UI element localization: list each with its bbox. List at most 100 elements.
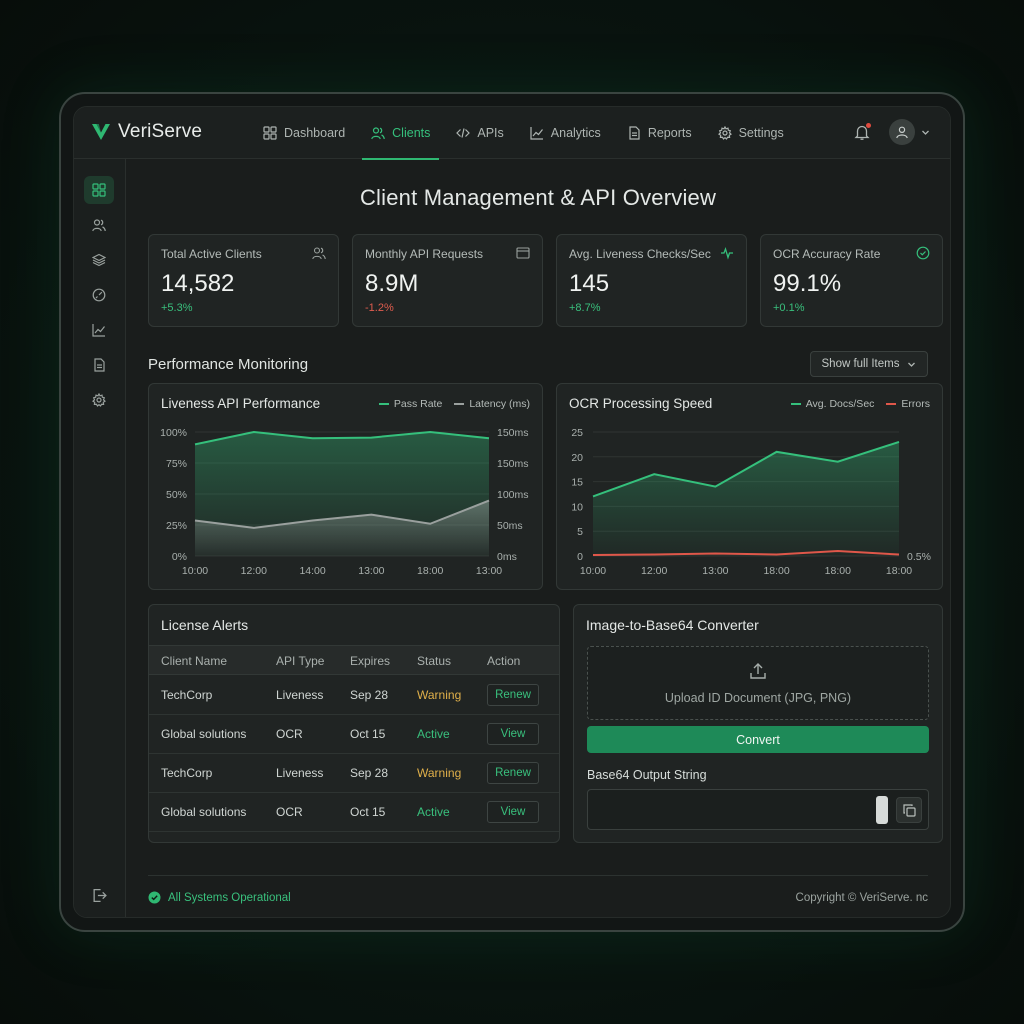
- view-button[interactable]: View: [487, 723, 539, 745]
- grid-icon: [92, 183, 106, 197]
- legend-item: Avg. Docs/Sec: [790, 398, 875, 410]
- users-icon: [92, 219, 106, 232]
- performance-title: Performance Monitoring: [148, 356, 309, 373]
- y-tick-label: 0%: [172, 551, 187, 563]
- column-header: Client Name: [161, 654, 228, 668]
- show-full-items-button[interactable]: Show full Items: [810, 351, 928, 377]
- convert-button[interactable]: Convert: [587, 726, 929, 753]
- x-tick-label: 18:00: [825, 565, 851, 577]
- sidebar-item-reports[interactable]: [84, 351, 114, 379]
- base64-output-field[interactable]: [587, 789, 929, 830]
- kpi-change: +8.7%: [569, 302, 601, 314]
- kpi-card-api-requests: Monthly API Requests 8.9M -1.2%: [352, 234, 543, 327]
- table-row: Global solutions OCR Oct 15 Active View: [149, 715, 559, 754]
- license-alerts-title: License Alerts: [161, 617, 249, 633]
- y2-tick-label: 0ms: [497, 551, 517, 563]
- kpi-value: 99.1%: [773, 270, 842, 297]
- x-tick-label: 12:00: [641, 565, 667, 577]
- kpi-value: 8.9M: [365, 270, 419, 297]
- y-tick-label: 5: [577, 526, 583, 538]
- user-icon: [896, 126, 908, 139]
- kpi-label: OCR Accuracy Rate: [773, 247, 881, 261]
- logout-button[interactable]: [84, 881, 114, 909]
- device-frame: VeriServe Dashboard Clients APIs Analyti…: [59, 92, 965, 932]
- y-tick-label: 15: [571, 477, 583, 489]
- legend-label: Avg. Docs/Sec: [805, 398, 875, 410]
- status-badge: Active: [417, 805, 450, 819]
- y2-tick-label: 150ms: [497, 458, 529, 470]
- nav-label: Settings: [738, 126, 784, 140]
- status-badge: Warning: [417, 688, 462, 702]
- nav-label: Reports: [647, 126, 692, 140]
- copy-button[interactable]: [896, 797, 922, 823]
- nav-dashboard[interactable]: Dashboard: [250, 107, 358, 159]
- base64-converter-card: Image-to-Base64 Converter Upload ID Docu…: [573, 604, 943, 843]
- main-content: Client Management & API Overview Total A…: [126, 159, 950, 917]
- converter-title: Image-to-Base64 Converter: [586, 617, 759, 633]
- line-chart-icon: [530, 127, 543, 140]
- x-tick-label: 18:00: [886, 565, 912, 577]
- legend-swatch: [790, 403, 801, 406]
- nav-apis[interactable]: APIs: [443, 107, 516, 159]
- chevron-down-icon: [908, 362, 916, 367]
- kpi-change: +0.1%: [773, 302, 805, 314]
- nav-reports[interactable]: Reports: [614, 107, 705, 159]
- sidebar-item-clients[interactable]: [84, 211, 114, 239]
- sidebar-item-analytics[interactable]: [84, 316, 114, 344]
- renew-button[interactable]: Renew: [487, 684, 539, 706]
- sidebar-item-performance[interactable]: [84, 281, 114, 309]
- nav-label: Analytics: [550, 126, 601, 140]
- top-navigation: VeriServe Dashboard Clients APIs Analyti…: [74, 107, 950, 160]
- kpi-change: -1.2%: [365, 302, 394, 314]
- column-header: API Type: [276, 654, 325, 668]
- layers-icon: [92, 253, 106, 267]
- nav-label: Dashboard: [284, 126, 346, 140]
- legend-swatch: [378, 403, 389, 406]
- x-tick-label: 12:00: [241, 565, 267, 577]
- code-icon: [456, 128, 471, 138]
- sidebar-item-apis[interactable]: [84, 246, 114, 274]
- user-menu[interactable]: [889, 119, 930, 145]
- document-icon: [94, 358, 105, 372]
- gear-icon: [92, 393, 106, 407]
- nav-settings[interactable]: Settings: [705, 107, 797, 159]
- legend-item: Errors: [886, 398, 930, 410]
- y2-tick-label: 150ms: [497, 427, 529, 439]
- legend-item: Pass Rate: [378, 398, 442, 410]
- y-tick-label: 50%: [166, 489, 187, 501]
- upload-icon: [750, 663, 766, 679]
- notifications-button[interactable]: [853, 123, 871, 141]
- column-header: Action: [487, 654, 521, 668]
- cell-expires: Oct 15: [350, 805, 386, 819]
- y-tick-label: 75%: [166, 458, 187, 470]
- x-tick-label: 13:00: [702, 565, 728, 577]
- x-tick-label: 10:00: [182, 565, 208, 577]
- y-tick-label: 100%: [160, 427, 187, 439]
- nav-analytics[interactable]: Analytics: [517, 107, 614, 159]
- cell-client: Global solutions: [161, 805, 247, 819]
- cell-client: TechCorp: [161, 766, 213, 780]
- chevron-down-icon: [922, 130, 929, 135]
- sidebar-item-dashboard[interactable]: [84, 176, 114, 204]
- renew-button[interactable]: Renew: [487, 762, 539, 784]
- kpi-change: +5.3%: [161, 302, 193, 314]
- column-header: Expires: [350, 654, 391, 668]
- chart-legend: Avg. Docs/Sec Errors: [790, 398, 930, 410]
- nav-clients[interactable]: Clients: [358, 107, 443, 160]
- output-scrollbar[interactable]: [876, 796, 888, 824]
- nav-actions: [853, 119, 930, 145]
- nav-label: APIs: [477, 126, 504, 140]
- table-row: TechCorp Liveness Sep 28 Warning Renew: [149, 676, 559, 715]
- system-status: All Systems Operational: [148, 891, 291, 904]
- legend-item: Latency (ms): [454, 398, 530, 410]
- kpi-value: 14,582: [161, 270, 235, 297]
- view-button[interactable]: View: [487, 801, 539, 823]
- brand-logo[interactable]: VeriServe: [90, 121, 202, 143]
- upload-dropzone[interactable]: Upload ID Document (JPG, PNG): [587, 646, 929, 720]
- veriserve-logo-icon: [92, 124, 110, 140]
- x-tick-label: 13:00: [476, 565, 502, 577]
- chart-title: OCR Processing Speed: [569, 396, 713, 411]
- cell-api-type: Liveness: [276, 766, 324, 780]
- cell-client: Global solutions: [161, 727, 247, 741]
- sidebar-item-settings[interactable]: [84, 386, 114, 414]
